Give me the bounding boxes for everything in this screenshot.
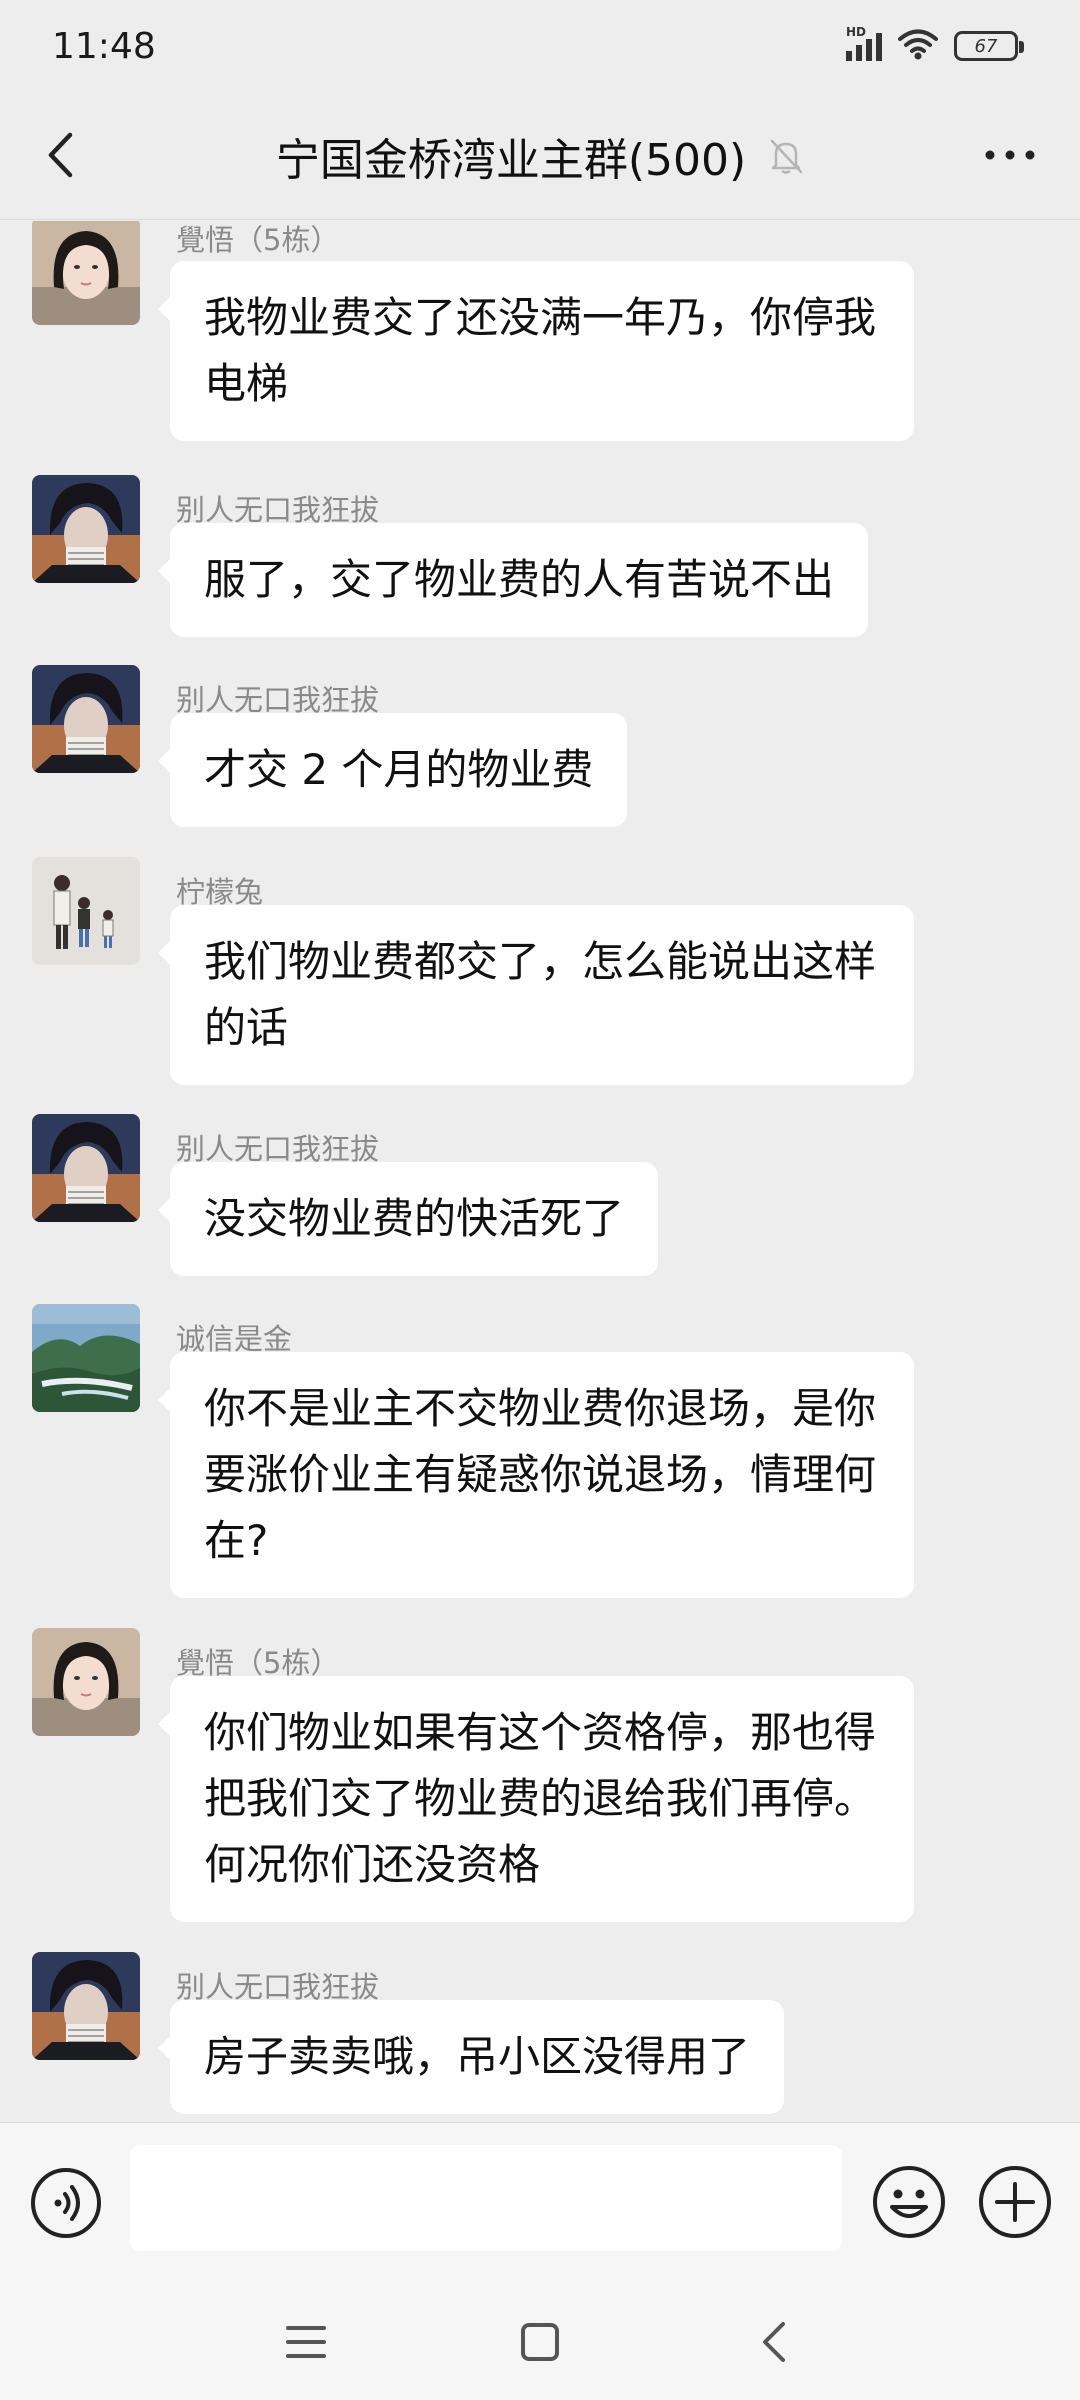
message-bubble[interactable]: 没交物业费的快活死了 [157, 1162, 659, 1276]
status-time: 11:48 [52, 25, 156, 67]
emoji-button[interactable] [872, 2165, 946, 2239]
battery-icon: 67 [954, 31, 1024, 61]
chevron-left-icon [48, 132, 73, 178]
signal-icon: HD [846, 25, 882, 61]
plus-circle-icon [979, 2166, 1051, 2238]
home-nav-button[interactable] [510, 2312, 570, 2372]
square-icon [521, 2323, 559, 2361]
girl-avatar[interactable] [32, 1628, 140, 1736]
message-list[interactable]: 覺悟（5栋） 我物业费交了还没满一年乃，你停我电梯 别人无口我狂拔 服了，交了物… [0, 221, 1080, 2121]
voice-icon [31, 2168, 101, 2238]
status-bar: 11:48 HD 67 [0, 0, 1080, 92]
anime-avatar[interactable] [32, 1952, 140, 2060]
sender-name: 覺悟（5栋） [176, 223, 340, 257]
girl-avatar[interactable] [32, 221, 140, 325]
anime-avatar[interactable] [32, 1114, 140, 1222]
message-bubble[interactable]: 服了，交了物业费的人有苦说不出 [157, 523, 869, 637]
battery-level: 67 [974, 35, 998, 57]
more-functions-button[interactable] [978, 2165, 1052, 2239]
back-button[interactable] [30, 122, 90, 188]
input-bar [0, 2122, 1080, 2284]
menu-nav-button[interactable] [276, 2312, 336, 2372]
wifi-icon [898, 28, 938, 64]
back-nav-button[interactable] [744, 2312, 804, 2372]
menu-icon [286, 2326, 326, 2358]
triangle-back-icon [763, 2322, 785, 2362]
chat-header: 宁国金桥湾业主群(500) [0, 92, 1080, 220]
anime-avatar[interactable] [32, 475, 140, 583]
smiley-icon [873, 2166, 945, 2238]
network-type-label: HD [846, 25, 867, 39]
chat-title: 宁国金桥湾业主群(500) [275, 134, 747, 186]
family-avatar[interactable] [32, 857, 140, 965]
message-bubble[interactable]: 你们物业如果有这个资格停，那也得把我们交了物业费的退给我们再停。何况你们还没资格 [158, 1676, 914, 1922]
status-icons: HD 67 [846, 25, 1024, 64]
more-options-button[interactable] [970, 122, 1050, 188]
system-nav-bar [0, 2284, 1080, 2400]
mute-bell-icon [768, 137, 804, 175]
voice-input-button[interactable] [30, 2167, 102, 2239]
landscape-avatar[interactable] [32, 1304, 140, 1412]
message-bubble[interactable]: 我们物业费都交了，怎么能说出这样的话 [158, 905, 914, 1085]
message-bubble[interactable]: 房子卖卖哦，吊小区没得用了 [157, 2000, 785, 2114]
message-input[interactable] [130, 2145, 842, 2251]
message-bubble[interactable]: 才交 2 个月的物业费 [157, 713, 628, 827]
more-dots-icon [985, 150, 1035, 160]
anime-avatar[interactable] [32, 665, 140, 773]
message-bubble[interactable]: 我物业费交了还没满一年乃，你停我电梯 [158, 261, 914, 441]
message-bubble[interactable]: 你不是业主不交物业费你退场，是你要涨价业主有疑惑你说退场，情理何在? [158, 1352, 914, 1598]
